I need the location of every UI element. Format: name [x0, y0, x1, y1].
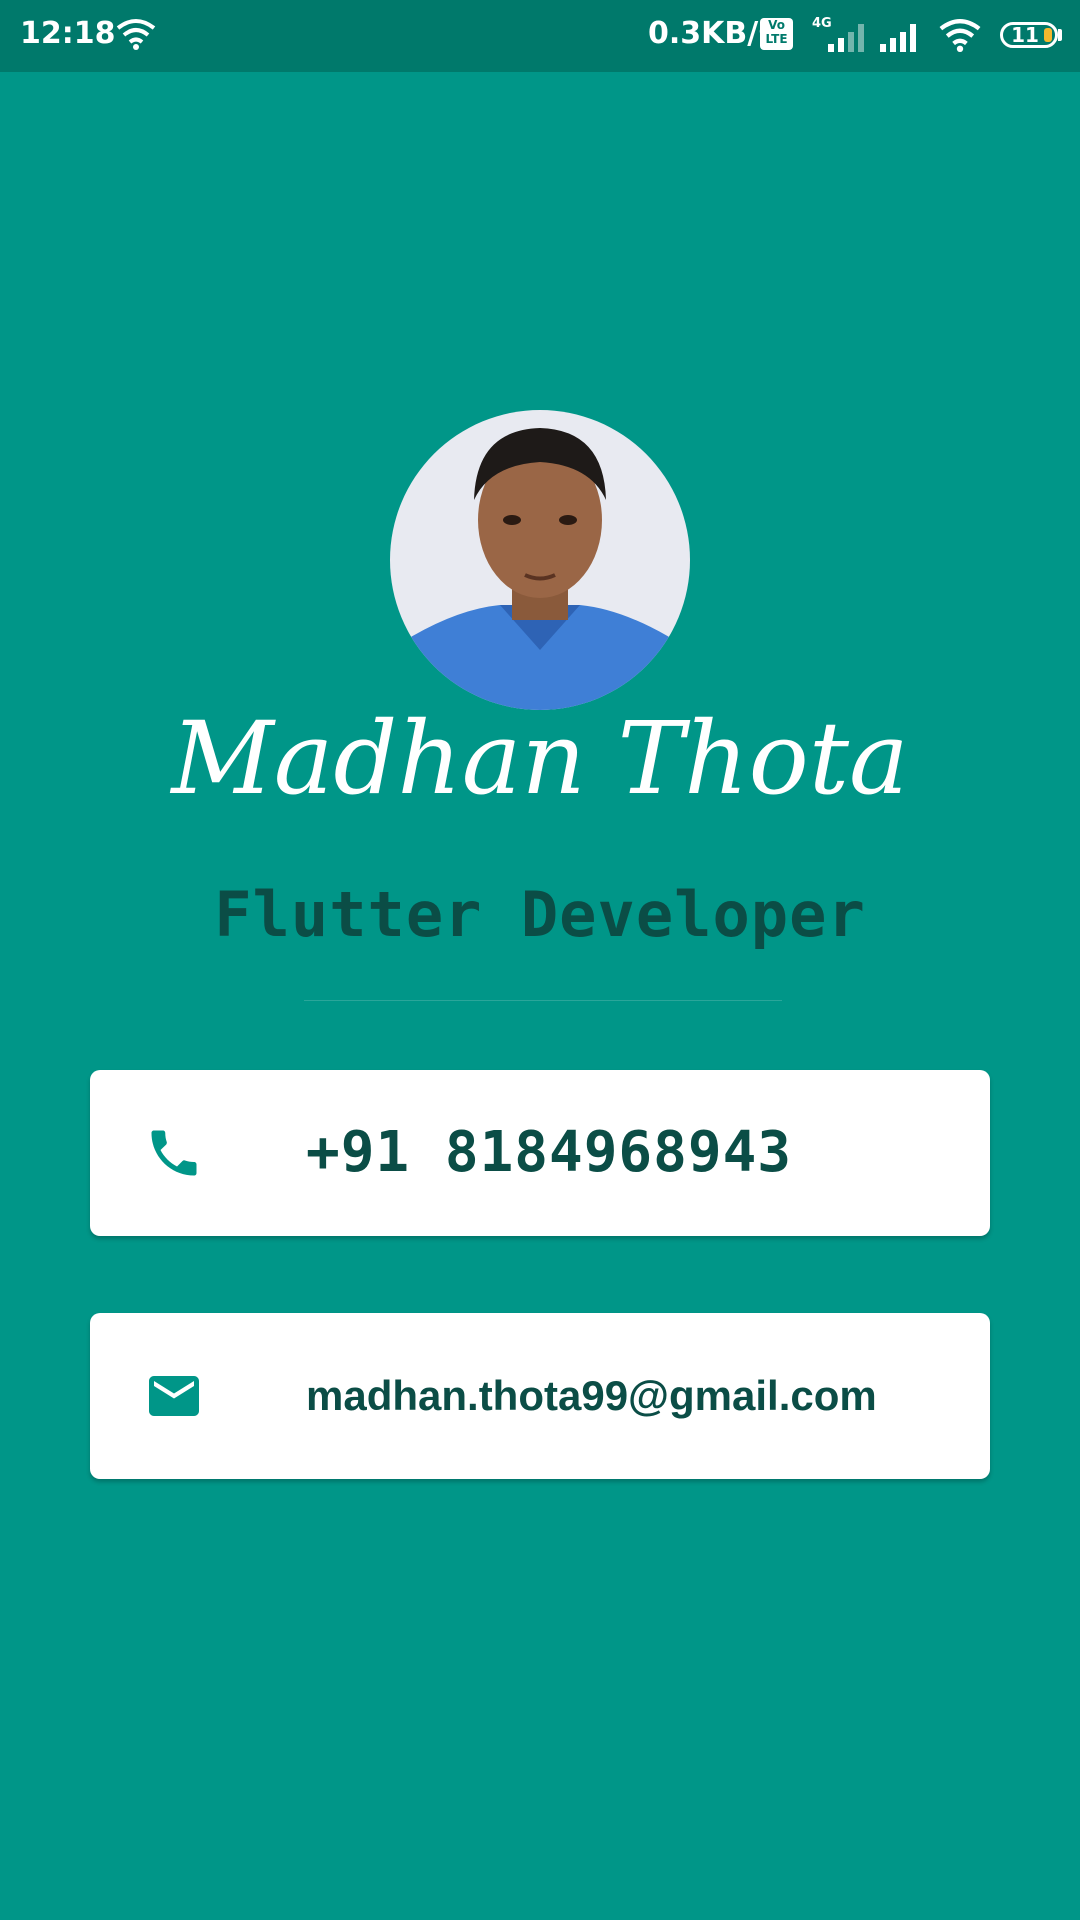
- battery-level: 11: [1011, 23, 1039, 47]
- battery-icon: 11: [1000, 22, 1058, 48]
- phone-icon: [144, 1123, 204, 1183]
- divider: [304, 1000, 782, 1001]
- email-card[interactable]: madhan.thota99@gmail.com: [90, 1313, 990, 1479]
- status-time: 12:18: [20, 16, 116, 51]
- network-speed: 0.3KB/s: [648, 16, 777, 51]
- phone-number: +91 8184968943: [306, 1120, 793, 1185]
- battery-fill: [1044, 28, 1052, 42]
- wifi-icon: [936, 18, 984, 56]
- profile-name: Madhan Thota: [171, 700, 909, 817]
- signal-strength-icon: [878, 20, 922, 56]
- email-icon: [144, 1366, 204, 1426]
- signal-strength-icon: [826, 20, 870, 56]
- battery-tip: [1058, 29, 1062, 41]
- volte-badge: Vo LTE: [760, 18, 793, 50]
- wifi-icon: [116, 18, 156, 54]
- phone-card[interactable]: +91 8184968943: [90, 1070, 990, 1236]
- avatar: [390, 410, 690, 710]
- status-bar: 12:18 0.3KB/s Vo LTE 4G 11: [0, 0, 1080, 72]
- email-address: madhan.thota99@gmail.com: [306, 1372, 877, 1419]
- profile-title: Flutter Developer: [214, 878, 866, 951]
